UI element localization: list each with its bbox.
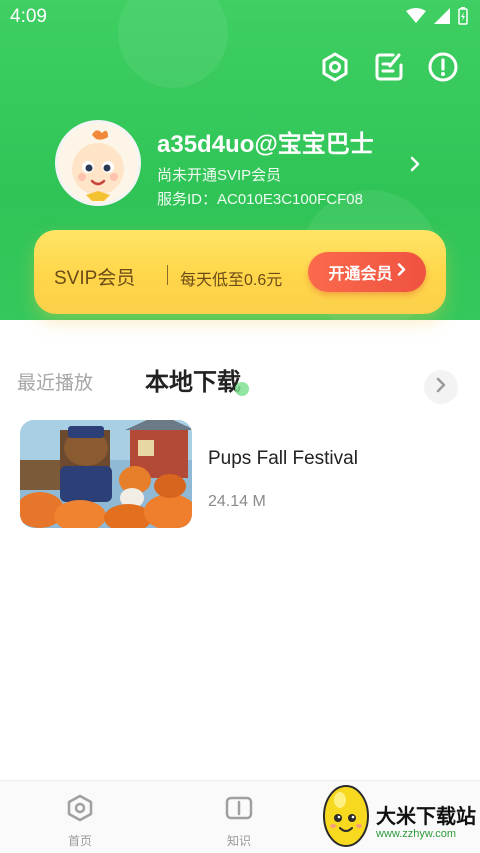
divider	[167, 265, 168, 285]
nav-home-label: 首页	[67, 834, 92, 848]
nav-home[interactable]: 首页	[50, 793, 110, 849]
chevron-right-icon[interactable]	[405, 152, 425, 176]
book-icon	[224, 793, 254, 828]
username: a35d4uo@宝宝巴士	[157, 131, 374, 158]
edit-note-icon[interactable]	[372, 50, 406, 84]
media-tabs: 最近播放 本地下载	[0, 352, 480, 408]
file-size: 24.14 M	[208, 493, 266, 510]
chevron-right-icon	[436, 377, 446, 398]
open-membership-button[interactable]: 开通会员	[308, 252, 426, 292]
wifi-icon	[406, 8, 426, 29]
list-item[interactable]: Pups Fall Festival 24.14 M	[20, 420, 460, 530]
watermark: 大米下载站 www.zzhyw.com	[318, 778, 480, 853]
pups-fall-festival-image	[20, 420, 192, 528]
video-title: Pups Fall Festival	[208, 448, 358, 469]
more-button[interactable]	[424, 370, 458, 404]
status-icons	[406, 7, 468, 30]
exclamation-icon[interactable]	[426, 50, 460, 84]
status-time: 4:09	[10, 6, 47, 27]
chevron-right-icon	[397, 263, 406, 281]
open-membership-label: 开通会员	[328, 266, 393, 283]
svip-description: 每天低至0.6元	[180, 272, 283, 289]
nav-knowledge[interactable]: 知识	[209, 793, 269, 849]
watermark-url: www.zzhyw.com	[376, 828, 457, 840]
vip-status-text: 尚未开通SVIP会员	[157, 167, 282, 184]
service-id: 服务ID：AC010E3C100FCF08	[157, 191, 363, 208]
tab-recent-play[interactable]: 最近播放	[17, 368, 93, 395]
watermark-title: 大米下载站	[376, 806, 476, 828]
active-tab-indicator	[235, 382, 249, 396]
avatar[interactable]	[55, 120, 141, 206]
gear-icon[interactable]	[318, 50, 352, 84]
home-icon	[65, 793, 95, 828]
baby-avatar-image	[72, 130, 124, 201]
battery-icon	[458, 7, 468, 30]
svip-title: SVIP会员	[54, 268, 136, 289]
corn-mascot-icon	[318, 782, 374, 853]
video-thumbnail[interactable]	[20, 420, 192, 528]
header-actions	[318, 50, 460, 84]
svip-promo-card[interactable]: SVIP会员 每天低至0.6元 开通会员	[34, 230, 446, 314]
status-bar: 4:09	[0, 0, 480, 34]
nav-knowledge-label: 知识	[226, 834, 251, 848]
tab-local-download[interactable]: 本地下载	[145, 362, 241, 397]
signal-icon	[434, 8, 450, 29]
